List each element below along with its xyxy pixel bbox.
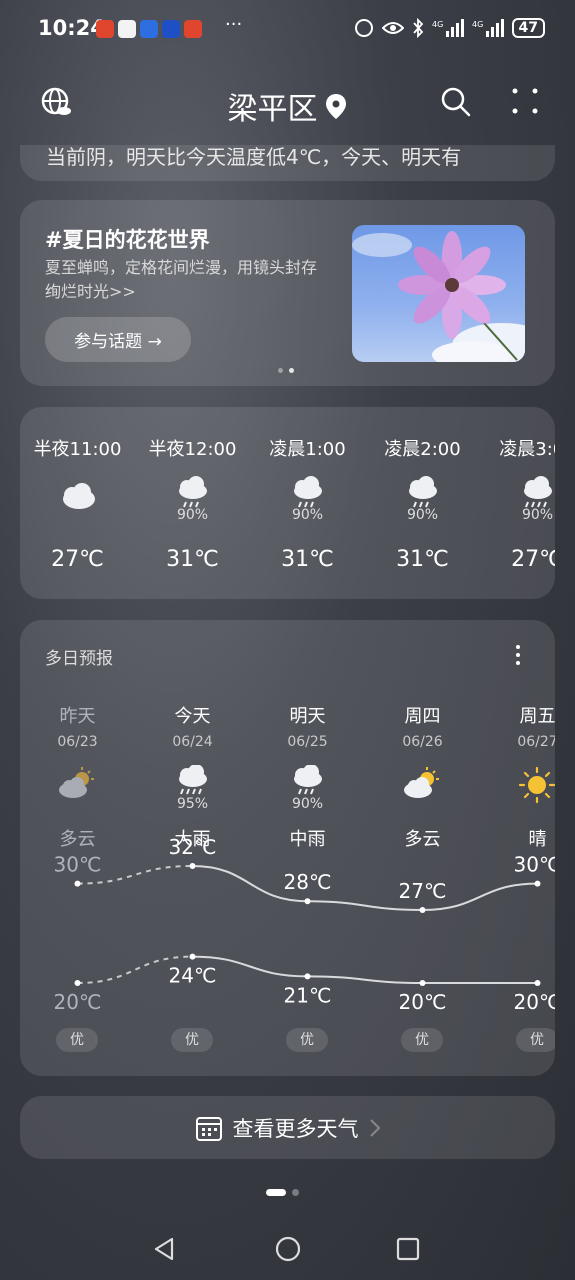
day-date: 06/23 <box>57 734 98 750</box>
app-header: 梁平区 <box>0 80 575 130</box>
day-item[interactable]: 周四 06/26 多云 优 <box>365 620 480 1076</box>
aqi-badge: 优 <box>516 1028 555 1052</box>
chevron-right-icon <box>369 1118 380 1137</box>
hour-time: 凌晨2:00 <box>384 439 461 460</box>
app-notification-icon <box>118 20 136 38</box>
hour-temp: 27℃ <box>51 547 104 572</box>
more-weather-label: 查看更多天气 <box>232 1116 359 1141</box>
day-condition: 多云 <box>404 829 441 850</box>
svg-text:4G: 4G <box>472 20 483 29</box>
hour-time: 凌晨3:00 <box>499 439 555 460</box>
svg-text:4G: 4G <box>432 20 443 29</box>
day-precip: 95% <box>176 796 209 812</box>
day-condition: 晴 <box>528 829 547 850</box>
day-condition: 中雨 <box>289 829 326 850</box>
hour-time: 凌晨1:00 <box>269 439 346 460</box>
calendar-icon <box>195 1116 222 1141</box>
aqi-badge: 优 <box>171 1028 213 1052</box>
app-notification-icon <box>162 20 180 38</box>
join-topic-button[interactable]: 参与话题 → <box>45 317 191 362</box>
more-weather-button[interactable]: 查看更多天气 <box>20 1096 555 1159</box>
day-item[interactable]: 昨天 06/23 多云 优 <box>20 620 135 1076</box>
hour-item: 凌晨2:00 90% 31℃ <box>365 407 480 599</box>
day-condition: 大雨 <box>174 829 211 850</box>
day-date: 06/27 <box>517 734 555 750</box>
day-name: 周五 <box>519 706 556 727</box>
notification-icons <box>96 20 202 38</box>
search-icon[interactable] <box>440 86 472 118</box>
sunny-icon <box>518 766 555 804</box>
app-notification-icon <box>184 20 202 38</box>
back-icon[interactable] <box>150 1235 178 1263</box>
hour-precip: 90% <box>521 507 554 523</box>
day-item[interactable]: 今天 06/24 95% 大雨 优 <box>135 620 250 1076</box>
flower-image[interactable] <box>352 225 525 362</box>
hour-item: 半夜12:00 90% 31℃ <box>135 407 250 599</box>
hour-temp: 27℃ <box>511 547 555 572</box>
hour-item: 凌晨1:00 90% 31℃ <box>250 407 365 599</box>
battery-indicator: 47 <box>511 18 545 38</box>
hour-time: 半夜11:00 <box>33 439 122 460</box>
day-item[interactable]: 明天 06/25 90% 中雨 优 <box>250 620 365 1076</box>
hour-temp: 31℃ <box>281 547 334 572</box>
carousel-dot <box>278 368 283 373</box>
city-name[interactable]: 梁平区 <box>228 84 318 128</box>
system-status: 4G 4G 47 <box>354 18 545 38</box>
signal-4g-icon: 4G <box>472 19 504 37</box>
status-time: 10:24 <box>38 16 105 40</box>
hourly-forecast-card[interactable]: 半夜11:00 27℃ 半夜12:00 90% 31℃ 凌晨1:00 90% 3… <box>20 407 555 599</box>
hour-time: 半夜12:00 <box>148 439 237 460</box>
page-dot-active <box>266 1189 286 1196</box>
topic-card[interactable]: #夏日的花花世界 夏至蝉鸣，定格花间烂漫，用镜头封存绚烂时光>> 参与话题 → <box>20 200 555 386</box>
status-bar: 10:24 ··· 4G 4G 47 <box>0 0 575 60</box>
system-nav-bar <box>0 1225 575 1275</box>
weather-alert-card[interactable]: 当前阴，明天比今天温度低4℃，今天、明天有 <box>20 145 555 181</box>
location-pin-icon <box>325 94 346 119</box>
partly-cloudy-icon <box>404 767 439 798</box>
topic-title: #夏日的花花世界 <box>45 228 210 252</box>
more-menu-icon[interactable] <box>512 88 538 114</box>
hour-temp: 31℃ <box>396 547 449 572</box>
day-date: 06/25 <box>287 734 328 750</box>
aqi-badge: 优 <box>56 1028 98 1052</box>
eye-icon <box>381 22 404 34</box>
hour-item: 凌晨3:00 90% 27℃ <box>480 407 555 599</box>
day-condition: 多云 <box>59 829 96 850</box>
recent-apps-icon[interactable] <box>396 1237 420 1261</box>
aqi-badge: 优 <box>401 1028 443 1052</box>
carousel-dot-active <box>289 368 294 373</box>
page-dot <box>292 1189 299 1196</box>
aqi-badge: 优 <box>286 1028 328 1052</box>
day-precip: 90% <box>291 796 324 812</box>
bluetooth-icon <box>412 18 423 38</box>
app-notification-icon <box>96 20 114 38</box>
hour-precip: 90% <box>176 507 209 523</box>
day-name: 昨天 <box>59 706 96 727</box>
hour-precip: 90% <box>291 507 324 523</box>
day-date: 06/26 <box>402 734 443 750</box>
day-name: 今天 <box>174 706 211 727</box>
app-notification-icon <box>140 20 158 38</box>
day-name: 明天 <box>289 706 326 727</box>
hour-precip: 90% <box>406 507 439 523</box>
day-name: 周四 <box>404 706 441 727</box>
signal-4g-icon: 4G <box>432 19 464 37</box>
alert-text: 当前阴，明天比今天温度低4℃，今天、明天有 <box>46 145 462 169</box>
hour-item: 半夜11:00 27℃ <box>20 407 135 599</box>
nfc-icon <box>354 19 373 37</box>
topic-description: 夏至蝉鸣，定格花间烂漫，用镜头封存绚烂时光>> <box>45 258 318 301</box>
carousel-dots <box>278 368 294 373</box>
cloudy-icon <box>63 483 95 509</box>
day-item[interactable]: 周五 06/27 晴 优 <box>480 620 555 1076</box>
day-date: 06/24 <box>172 734 213 750</box>
page-indicator <box>266 1189 299 1196</box>
hour-temp: 31℃ <box>166 547 219 572</box>
more-notifications-icon: ··· <box>225 14 243 35</box>
daily-forecast-card[interactable]: 多日预报 30℃ 32℃ 28℃ 27℃ 30℃ 20℃ 24℃ 21℃ 20℃ 20℃ 昨天 0… <box>20 620 555 1076</box>
partly-cloudy-icon <box>59 767 94 798</box>
home-icon[interactable] <box>274 1235 302 1263</box>
